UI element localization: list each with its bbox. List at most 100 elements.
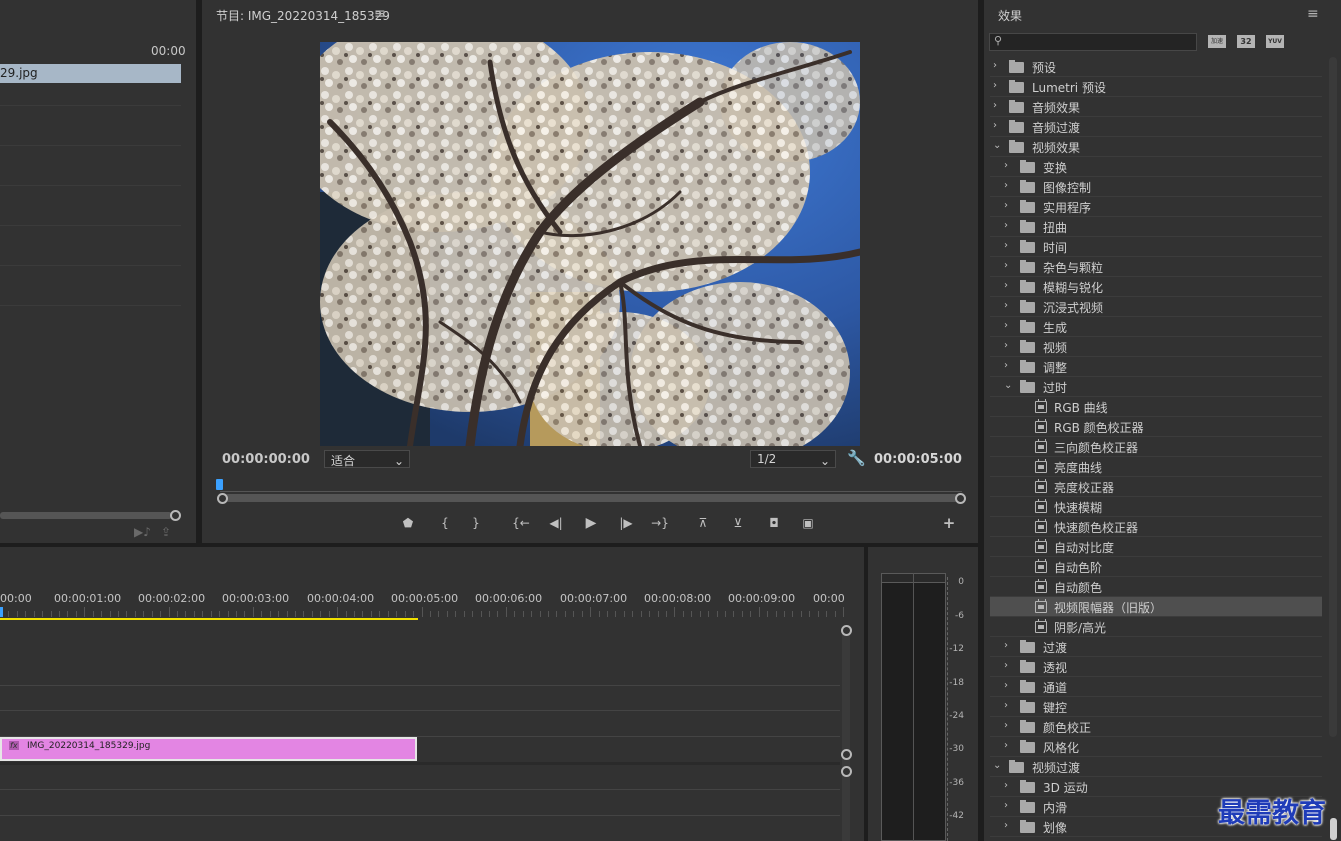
playhead-indicator[interactable] xyxy=(0,607,3,617)
chevron-down-icon[interactable]: ⌄ xyxy=(1004,380,1012,391)
effect-folder-item[interactable]: › 沉浸式视频 xyxy=(990,297,1322,317)
chevron-right-icon[interactable]: › xyxy=(1004,660,1008,671)
compare-view-icon[interactable]: ▣ xyxy=(799,515,817,531)
effects-search-input[interactable]: ⚲ xyxy=(989,33,1197,51)
chevron-right-icon[interactable]: › xyxy=(1004,720,1008,731)
effect-folder-item[interactable]: › 音频效果 xyxy=(990,97,1322,117)
effect-item[interactable]: 亮度校正器 xyxy=(990,477,1322,497)
program-video-frame[interactable] xyxy=(320,42,860,446)
program-mini-ruler[interactable] xyxy=(220,478,962,492)
vscroll-handle-audio[interactable] xyxy=(841,766,852,777)
accelerated-filter-icon[interactable]: 加速 xyxy=(1208,35,1226,48)
chevron-right-icon[interactable]: › xyxy=(993,60,997,71)
resolution-dropdown[interactable]: 1/2 ⌄ xyxy=(750,450,836,468)
yuv-filter-icon[interactable]: YUV xyxy=(1266,35,1284,48)
program-current-time[interactable]: 00:00:00:00 xyxy=(222,452,310,467)
chevron-down-icon[interactable]: ⌄ xyxy=(993,760,1001,771)
effect-folder-item[interactable]: › 杂色与颗粒 xyxy=(990,257,1322,277)
effect-folder-item[interactable]: › 键控 xyxy=(990,697,1322,717)
vscroll-handle-top[interactable] xyxy=(841,625,852,636)
chevron-right-icon[interactable]: › xyxy=(1004,740,1008,751)
lift-icon[interactable]: ⊼ xyxy=(694,515,712,531)
program-title[interactable]: 节目: IMG_20220314_185329 xyxy=(216,7,390,24)
source-scroll-handle[interactable] xyxy=(170,510,181,521)
chevron-right-icon[interactable]: › xyxy=(1004,280,1008,291)
effect-item[interactable]: 视频限幅器（旧版） xyxy=(990,597,1322,617)
timeline-clip[interactable]: fx IMG_20220314_185329.jpg xyxy=(0,737,417,761)
chevron-right-icon[interactable]: › xyxy=(1004,260,1008,271)
effect-folder-item[interactable]: › 透视 xyxy=(990,657,1322,677)
chevron-right-icon[interactable]: › xyxy=(1004,160,1008,171)
extract-icon[interactable]: ⊻ xyxy=(729,515,747,531)
go-to-out-icon[interactable]: →} xyxy=(651,515,669,531)
chevron-right-icon[interactable]: › xyxy=(1004,220,1008,231)
source-clip-bar[interactable]: 29.jpg xyxy=(0,64,181,83)
effect-folder-item[interactable]: › 时间 xyxy=(990,237,1322,257)
chevron-down-icon[interactable]: ⌄ xyxy=(993,140,1001,151)
chevron-right-icon[interactable]: › xyxy=(993,100,997,111)
chevron-right-icon[interactable]: › xyxy=(1004,340,1008,351)
chevron-right-icon[interactable]: › xyxy=(1004,200,1008,211)
chevron-right-icon[interactable]: › xyxy=(1004,180,1008,191)
add-marker-icon[interactable]: ⬟ xyxy=(399,515,417,531)
effect-folder-item[interactable]: › 变换 xyxy=(990,157,1322,177)
effect-folder-item[interactable]: › 通道 xyxy=(990,677,1322,697)
effect-item[interactable]: 快速颜色校正器 xyxy=(990,517,1322,537)
effect-folder-item[interactable]: › 实用程序 xyxy=(990,197,1322,217)
overwrite-icon[interactable]: ⇪ xyxy=(161,525,171,539)
effect-folder-item[interactable]: › 调整 xyxy=(990,357,1322,377)
chevron-right-icon[interactable]: › xyxy=(1004,680,1008,691)
effect-folder-item[interactable]: ⌄ 视频过渡 xyxy=(990,757,1322,777)
effect-item[interactable]: 阴影/高光 xyxy=(990,617,1322,637)
effect-folder-item[interactable]: › 生成 xyxy=(990,317,1322,337)
wrench-icon[interactable]: 🔧 xyxy=(847,449,866,467)
chevron-right-icon[interactable]: › xyxy=(1004,640,1008,651)
effects-title[interactable]: 效果 xyxy=(998,7,1022,24)
zoom-dropdown[interactable]: 适合 ⌄ xyxy=(324,450,410,468)
effect-item[interactable]: 自动颜色 xyxy=(990,577,1322,597)
camera-icon[interactable]: ◘ xyxy=(765,515,783,531)
chevron-right-icon[interactable]: › xyxy=(1004,700,1008,711)
effect-item[interactable]: 自动对比度 xyxy=(990,537,1322,557)
export-audio-icon[interactable]: ▶♪ xyxy=(134,525,151,539)
effect-folder-item[interactable]: › 预设 xyxy=(990,57,1322,77)
play-icon[interactable]: ▶ xyxy=(582,515,600,531)
vscroll-handle-bottom[interactable] xyxy=(841,749,852,760)
source-scrollbar[interactable] xyxy=(0,512,172,519)
work-area-bar[interactable] xyxy=(0,618,418,620)
effect-item[interactable]: RGB 颜色校正器 xyxy=(990,417,1322,437)
step-forward-icon[interactable]: |▶ xyxy=(617,515,635,531)
effect-folder-item[interactable]: › 过渡 xyxy=(990,637,1322,657)
timeline-ruler[interactable]: 00:00 00:00:01:00 00:00:02:00 00:00:03:0… xyxy=(0,587,845,617)
effect-folder-item[interactable]: › 颜色校正 xyxy=(990,717,1322,737)
hamburger-icon[interactable]: ≡ xyxy=(1307,6,1319,22)
chevron-right-icon[interactable]: › xyxy=(1004,800,1008,811)
32bit-filter-icon[interactable]: 32 xyxy=(1237,35,1255,48)
effect-folder-item[interactable]: › 视频 xyxy=(990,337,1322,357)
chevron-right-icon[interactable]: › xyxy=(1004,300,1008,311)
chevron-right-icon[interactable]: › xyxy=(1004,820,1008,831)
chevron-right-icon[interactable]: › xyxy=(993,120,997,131)
effect-folder-item[interactable]: › 风格化 xyxy=(990,737,1322,757)
effect-item[interactable]: RGB 曲线 xyxy=(990,397,1322,417)
chevron-right-icon[interactable]: › xyxy=(1004,780,1008,791)
chevron-right-icon[interactable]: › xyxy=(1004,240,1008,251)
effect-item[interactable]: 亮度曲线 xyxy=(990,457,1322,477)
chevron-right-icon[interactable]: › xyxy=(1004,320,1008,331)
chevron-right-icon[interactable]: › xyxy=(993,80,997,91)
effect-folder-item[interactable]: ⌄ 视频效果 xyxy=(990,137,1322,157)
mark-in-icon[interactable]: { xyxy=(436,515,454,531)
go-to-in-icon[interactable]: {← xyxy=(512,515,530,531)
program-scrollbar[interactable] xyxy=(224,494,960,502)
effect-folder-item[interactable]: › 音频过渡 xyxy=(990,117,1322,137)
effect-folder-item[interactable]: › 模糊与锐化 xyxy=(990,277,1322,297)
scroll-end-handle[interactable] xyxy=(955,493,966,504)
effect-item[interactable]: 快速模糊 xyxy=(990,497,1322,517)
step-back-icon[interactable]: ◀| xyxy=(547,515,565,531)
effect-folder-item[interactable]: ⌄ 过时 xyxy=(990,377,1322,397)
effects-scroll-thumb[interactable] xyxy=(1330,818,1337,840)
hamburger-icon[interactable]: ≡ xyxy=(374,6,386,22)
effect-item[interactable]: 自动色阶 xyxy=(990,557,1322,577)
mark-out-icon[interactable]: } xyxy=(467,515,485,531)
effect-folder-item[interactable]: › Lumetri 预设 xyxy=(990,77,1322,97)
